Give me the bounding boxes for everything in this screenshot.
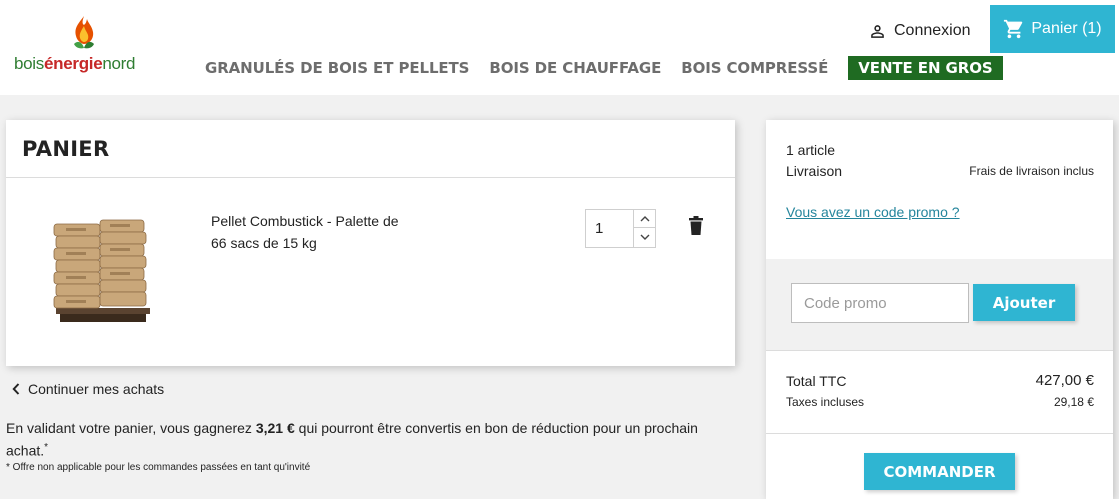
loyalty-asterisk: * bbox=[44, 442, 49, 453]
cart-summary-panel: 1 article Livraison Frais de livraison i… bbox=[766, 120, 1113, 499]
promo-code-input[interactable] bbox=[791, 283, 969, 323]
chevron-down-icon bbox=[640, 234, 650, 240]
nav-item-vente-en-gros[interactable]: VENTE EN GROS bbox=[848, 56, 1003, 80]
loyalty-amount: 3,21 € bbox=[255, 420, 295, 436]
chevron-left-icon bbox=[12, 383, 20, 395]
quantity-decrease-button[interactable] bbox=[634, 228, 656, 246]
loyalty-footnote: * Offre non applicable pour les commande… bbox=[6, 462, 311, 473]
nav-item-granules[interactable]: GRANULÉS DE BOIS ET PELLETS bbox=[205, 59, 469, 77]
main-nav: GRANULÉS DE BOIS ET PELLETS BOIS DE CHAU… bbox=[205, 56, 1003, 80]
total-value: 427,00 € bbox=[1035, 372, 1094, 389]
trash-icon[interactable] bbox=[688, 216, 704, 236]
quantity-buttons bbox=[633, 210, 656, 247]
quantity-stepper bbox=[585, 209, 656, 248]
pellet-pallet-image[interactable] bbox=[46, 210, 156, 330]
loyalty-message: En validant votre panier, vous gagnerez … bbox=[6, 418, 726, 461]
logo-text-energie: énergie bbox=[44, 54, 103, 73]
cart-button-label: Panier (1) bbox=[1031, 20, 1102, 37]
flame-logo-icon bbox=[74, 16, 94, 49]
login-label: Connexion bbox=[894, 22, 971, 39]
divider bbox=[766, 433, 1113, 434]
total-label: Total TTC bbox=[786, 373, 847, 389]
nav-item-bois-chauffage[interactable]: BOIS DE CHAUFFAGE bbox=[489, 59, 661, 77]
cart-title: PANIER bbox=[22, 137, 110, 161]
site-logo[interactable]: boisénergienord bbox=[12, 14, 162, 76]
checkout-button[interactable]: COMMANDER bbox=[864, 453, 1015, 490]
quantity-increase-button[interactable] bbox=[634, 210, 656, 228]
shipping-value: Frais de livraison inclus bbox=[969, 164, 1094, 178]
site-header: boisénergienord GRANULÉS DE BOIS ET PELL… bbox=[0, 0, 1119, 95]
tax-label: Taxes incluses bbox=[786, 395, 865, 409]
product-name-line1: Pellet Combustick - Palette de bbox=[211, 213, 399, 229]
logo-text-bois: bois bbox=[14, 54, 44, 73]
cart-button[interactable]: Panier (1) bbox=[990, 5, 1115, 53]
add-promo-button[interactable]: Ajouter bbox=[973, 284, 1075, 321]
loyalty-text-before: En validant votre panier, vous gagnerez bbox=[6, 420, 256, 436]
user-icon bbox=[871, 24, 884, 38]
cart-panel: PANIER Pellet Combustick - Palette de 66… bbox=[6, 120, 735, 366]
divider bbox=[766, 350, 1113, 351]
promo-code-form: Ajouter bbox=[766, 259, 1113, 350]
shipping-label: Livraison bbox=[786, 163, 843, 179]
logo-text-nord: nord bbox=[102, 54, 136, 73]
shopping-cart-icon bbox=[1004, 19, 1023, 39]
tax-value: 29,18 € bbox=[1053, 395, 1094, 409]
chevron-up-icon bbox=[640, 216, 650, 222]
promo-code-link[interactable]: Vous avez un code promo ? bbox=[786, 204, 960, 220]
quantity-input[interactable] bbox=[586, 210, 633, 247]
continue-shopping-label: Continuer mes achats bbox=[28, 381, 165, 397]
nav-item-bois-compresse[interactable]: BOIS COMPRESSÉ bbox=[681, 59, 828, 77]
divider bbox=[6, 177, 735, 178]
logo-wordmark: boisénergienord bbox=[14, 54, 136, 74]
product-name-line2: 66 sacs de 15 kg bbox=[211, 235, 317, 251]
article-count: 1 article bbox=[786, 142, 836, 158]
login-link[interactable]: Connexion bbox=[868, 20, 971, 42]
product-name[interactable]: Pellet Combustick - Palette de 66 sacs d… bbox=[211, 210, 431, 254]
continue-shopping-link[interactable]: Continuer mes achats bbox=[12, 381, 164, 397]
